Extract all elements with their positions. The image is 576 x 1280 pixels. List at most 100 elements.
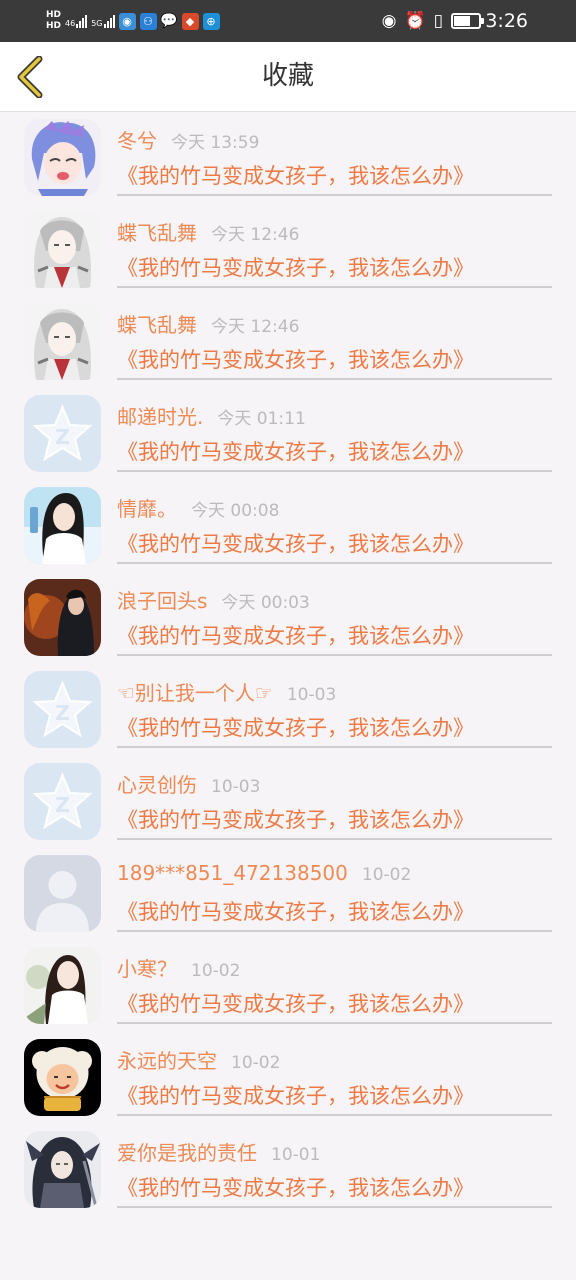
username-text: 蝶飞乱舞 <box>117 313 197 337</box>
divider <box>117 562 552 564</box>
signal-1: 46 <box>65 14 88 28</box>
clock: 3:26 <box>485 10 528 32</box>
username: 邮递时光. 今天 01:11 <box>117 401 306 430</box>
favorite-item[interactable]: 蝶飞乱舞 今天 12:46 《我的竹马变成女孩子，我该怎么办》 <box>0 205 576 297</box>
divider <box>117 194 552 196</box>
timestamp: 10-03 <box>286 685 337 705</box>
divider <box>117 1114 552 1116</box>
favorite-item[interactable]: 情靡。 今天 00:08 《我的竹马变成女孩子，我该怎么办》 <box>0 481 576 573</box>
timestamp: 10-03 <box>211 777 261 797</box>
username: 189***851_472138500 10-02 <box>117 861 411 885</box>
svg-text:Z: Z <box>55 425 70 449</box>
username-text: 冬兮 <box>117 129 157 153</box>
svg-text:Z: Z <box>55 793 70 817</box>
hd-indicator: HD HD <box>46 10 61 32</box>
username-text: 浪子回头s <box>117 589 208 613</box>
username: 永远的天空 10-02 <box>117 1045 280 1074</box>
avatar[interactable] <box>24 1131 101 1208</box>
username-text: 小寒？ <box>117 957 177 981</box>
book-title-link[interactable]: 《我的竹马变成女孩子，我该怎么办》 <box>117 344 474 374</box>
timestamp: 10-02 <box>361 865 412 885</box>
username: ☜别让我一个人☞ 10-03 <box>117 677 336 706</box>
book-title-link[interactable]: 《我的竹马变成女孩子，我该怎么办》 <box>117 712 474 742</box>
avatar[interactable] <box>24 119 101 196</box>
page-title: 收藏 <box>261 61 314 91</box>
divider <box>117 470 552 472</box>
wechat-app-icon: 💬 <box>160 13 178 29</box>
username: 冬兮 今天 13:59 <box>117 125 259 154</box>
network-type-2: 5G <box>91 19 103 28</box>
favorite-item[interactable]: Z 心灵创伤 10-03 《我的竹马变成女孩子，我该怎么办》 <box>0 757 576 849</box>
avatar[interactable] <box>24 579 101 656</box>
book-title-link[interactable]: 《我的竹马变成女孩子，我该怎么办》 <box>117 528 474 558</box>
book-title-link[interactable]: 《我的竹马变成女孩子，我该怎么办》 <box>117 988 474 1018</box>
username: 浪子回头s 今天 00:03 <box>117 585 310 614</box>
book-title-link[interactable]: 《我的竹马变成女孩子，我该怎么办》 <box>117 1172 474 1202</box>
username-text: ☜别让我一个人☞ <box>117 681 273 705</box>
avatar[interactable]: Z <box>24 671 101 748</box>
favorite-item[interactable]: Z 邮递时光. 今天 01:11 《我的竹马变成女孩子，我该怎么办》 <box>0 389 576 481</box>
book-title-link[interactable]: 《我的竹马变成女孩子，我该怎么办》 <box>117 1080 474 1110</box>
network-type-1: 46 <box>65 19 76 28</box>
status-right: ◉ ⏰ ▯ <box>381 0 484 42</box>
status-bar: HD HD 46 5G ◉ ⚇ 💬 ◆ ⊕ ◉ ⏰ ▯ 3:26 <box>0 0 576 42</box>
timestamp: 今天 13:59 <box>171 133 260 153</box>
browser-app-icon: ◉ <box>118 12 136 30</box>
avatar[interactable] <box>24 487 101 564</box>
avatar[interactable] <box>24 947 101 1024</box>
book-title-link[interactable]: 《我的竹马变成女孩子，我该怎么办》 <box>117 896 474 926</box>
username: 心灵创伤 10-03 <box>117 769 260 798</box>
avatar[interactable]: Z <box>24 763 101 840</box>
divider <box>117 1022 552 1024</box>
hd-label-2: HD <box>46 21 62 31</box>
divider <box>117 654 552 656</box>
favorite-item[interactable]: 浪子回头s 今天 00:03 《我的竹马变成女孩子，我该怎么办》 <box>0 573 576 665</box>
eye-icon: ◉ <box>381 11 397 31</box>
battery-icon <box>451 13 484 29</box>
book-title-link[interactable]: 《我的竹马变成女孩子，我该怎么办》 <box>117 160 474 190</box>
timestamp: 10-01 <box>271 1145 321 1165</box>
hd-label-1: HD <box>46 10 62 20</box>
timestamp: 今天 12:46 <box>211 225 300 245</box>
username-text: 心灵创伤 <box>117 773 197 797</box>
book-title-link[interactable]: 《我的竹马变成女孩子，我该怎么办》 <box>117 804 474 834</box>
timestamp: 今天 01:11 <box>217 409 306 429</box>
username-text: 邮递时光. <box>117 405 204 429</box>
favorite-item[interactable]: Z ☜别让我一个人☞ 10-03 《我的竹马变成女孩子，我该怎么办》 <box>0 665 576 757</box>
qq-app-icon: ⚇ <box>139 12 157 30</box>
avatar[interactable] <box>24 303 101 380</box>
favorite-item[interactable]: 冬兮 今天 13:59 《我的竹马变成女孩子，我该怎么办》 <box>0 113 576 205</box>
book-title-link[interactable]: 《我的竹马变成女孩子，我该怎么办》 <box>117 436 474 466</box>
timestamp: 10-02 <box>231 1053 281 1073</box>
favorite-item[interactable]: 永远的天空 10-02 《我的竹马变成女孩子，我该怎么办》 <box>0 1033 576 1125</box>
game-app-icon: ◆ <box>181 12 199 30</box>
timestamp: 今天 00:03 <box>221 593 310 613</box>
username-text: 蝶飞乱舞 <box>117 221 197 245</box>
timestamp: 今天 12:46 <box>211 317 300 337</box>
signal-2: 5G <box>91 14 115 28</box>
favorite-item[interactable]: 爱你是我的责任 10-01 《我的竹马变成女孩子，我该怎么办》 <box>0 1125 576 1217</box>
favorite-item[interactable]: 189***851_472138500 10-02 《我的竹马变成女孩子，我该怎么办… <box>0 849 576 941</box>
favorite-item[interactable]: 小寒？ 10-02 《我的竹马变成女孩子，我该怎么办》 <box>0 941 576 1033</box>
username-text: 爱你是我的责任 <box>117 1141 257 1165</box>
status-left: HD HD 46 5G ◉ ⚇ 💬 ◆ ⊕ <box>46 6 220 36</box>
avatar[interactable] <box>24 211 101 288</box>
avatar[interactable] <box>24 855 101 932</box>
divider <box>117 838 552 840</box>
compass-app-icon: ⊕ <box>202 12 220 30</box>
book-title-link[interactable]: 《我的竹马变成女孩子，我该怎么办》 <box>117 252 474 282</box>
favorite-item[interactable]: 蝶飞乱舞 今天 12:46 《我的竹马变成女孩子，我该怎么办》 <box>0 297 576 389</box>
top-bar: 收藏 <box>0 42 576 112</box>
username: 爱你是我的责任 10-01 <box>117 1137 320 1166</box>
svg-text:Z: Z <box>55 701 70 725</box>
divider <box>117 930 552 932</box>
avatar[interactable]: Z <box>24 395 101 472</box>
username: 蝶飞乱舞 今天 12:46 <box>117 309 299 338</box>
vibrate-icon: ▯ <box>433 11 443 31</box>
username-text: 情靡。 <box>117 497 177 521</box>
divider <box>117 286 552 288</box>
avatar[interactable] <box>24 1039 101 1116</box>
timestamp: 今天 00:08 <box>191 501 280 521</box>
signal-bars-icon <box>103 14 115 28</box>
book-title-link[interactable]: 《我的竹马变成女孩子，我该怎么办》 <box>117 620 474 650</box>
